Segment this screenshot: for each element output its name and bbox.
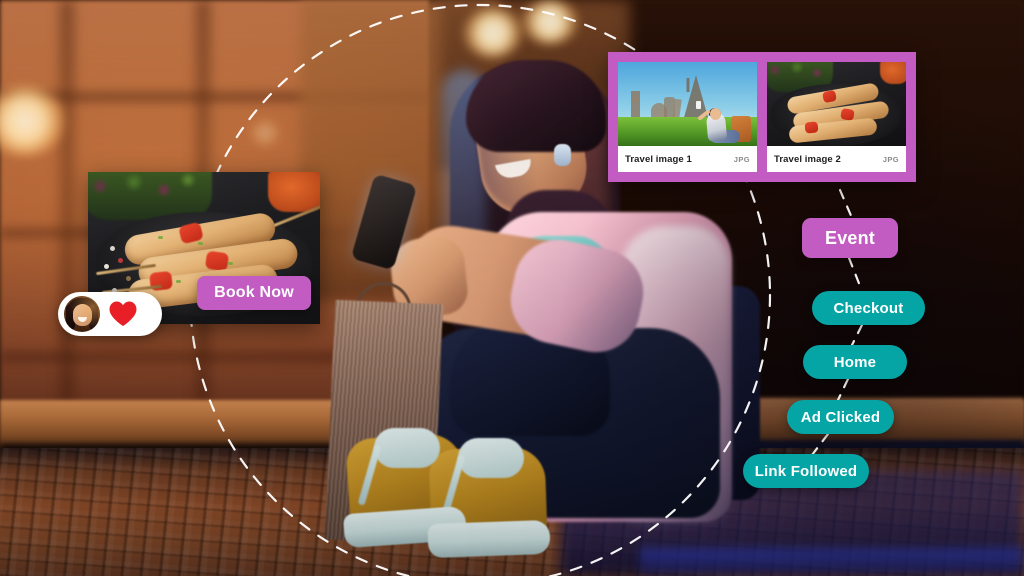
food-peppercorn	[126, 276, 131, 281]
food-herb	[228, 262, 233, 265]
media-asset-panel: Travel image 1 JPG Travel image 2 JPG	[608, 52, 916, 182]
media-card-filetype: JPG	[733, 154, 750, 164]
food-peppercorn	[110, 246, 115, 251]
subject-earbud	[554, 144, 571, 166]
media-card-title: Travel image 2	[774, 153, 841, 165]
thumb-person-phone	[696, 101, 702, 110]
like-pill[interactable]	[58, 292, 162, 336]
food-peppercorn	[104, 264, 109, 269]
food-peppercorn	[118, 258, 123, 263]
food-herb	[198, 242, 203, 245]
chip-ad-clicked[interactable]: Ad Clicked	[787, 400, 894, 434]
screenshot-stage: Book Now Travel image 1 JPG Travel image…	[0, 0, 1024, 576]
subject-hair-front	[466, 60, 606, 152]
food-herb	[176, 280, 181, 283]
chip-checkout[interactable]: Checkout	[812, 291, 925, 325]
sneaker-collar	[374, 428, 440, 468]
sneaker-collar	[458, 438, 524, 478]
avatar-glow	[64, 296, 100, 332]
user-avatar	[64, 296, 100, 332]
bokeh-light	[522, 0, 578, 44]
media-card-meta: Travel image 1 JPG	[618, 146, 757, 172]
chip-link-followed[interactable]: Link Followed	[743, 454, 869, 488]
media-card-meta: Travel image 2 JPG	[767, 146, 906, 172]
food-sauce-bowl	[268, 172, 320, 212]
media-card-filetype: JPG	[882, 154, 899, 164]
chip-event[interactable]: Event	[802, 218, 898, 258]
landmark-eiffel-spire	[686, 78, 689, 93]
media-card[interactable]: Travel image 2 JPG	[767, 62, 906, 172]
travel-selfie-thumbnail	[618, 62, 757, 146]
bokeh-light	[250, 120, 280, 146]
heart-icon[interactable]	[108, 300, 138, 328]
thumb-pepper	[804, 121, 819, 134]
thumb-person-head	[709, 107, 721, 120]
book-now-button[interactable]: Book Now	[197, 276, 311, 310]
food-herb	[158, 236, 163, 239]
food-skewers-thumbnail	[767, 62, 906, 146]
sneaker-sole	[427, 519, 551, 559]
media-card-title: Travel image 1	[625, 153, 692, 165]
thumb-sauce-bowl	[880, 62, 906, 84]
chip-home[interactable]: Home	[803, 345, 907, 379]
media-card[interactable]: Travel image 1 JPG	[618, 62, 757, 172]
